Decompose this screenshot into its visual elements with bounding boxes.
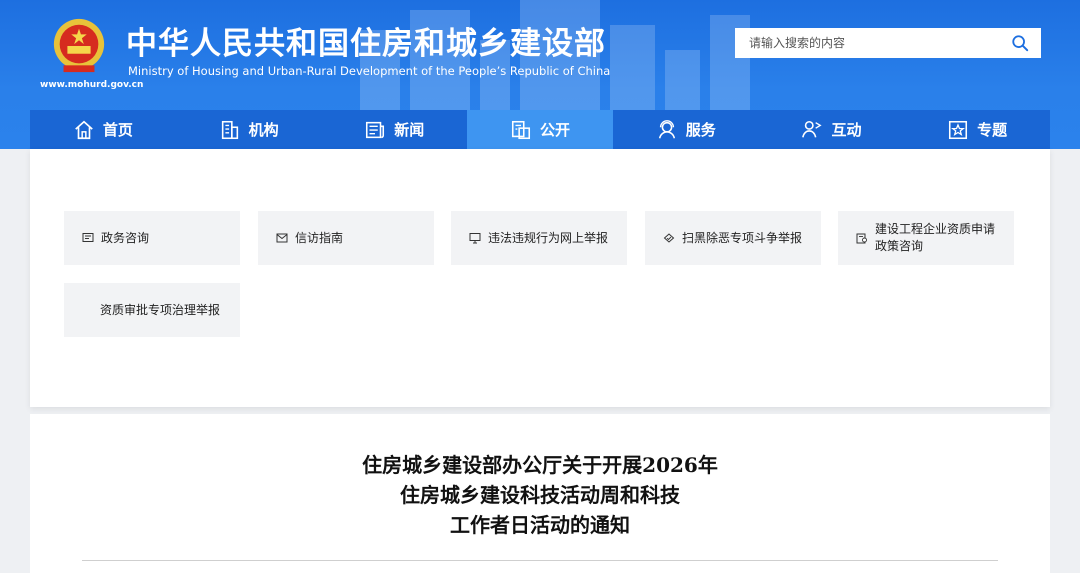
quick-link-label: 扫黑除恶专项斗争举报 — [682, 230, 803, 245]
quick-link-qualification-consultation[interactable]: 建设工程企业资质申请政策咨询 — [838, 211, 1014, 265]
site-header: 中华人民共和国住房和城乡建设部 Ministry of Housing and … — [0, 0, 1080, 149]
nav-label: 首页 — [102, 121, 133, 139]
certificate-icon — [856, 233, 867, 244]
service-person-icon — [658, 119, 675, 138]
search-icon[interactable] — [1011, 34, 1029, 52]
quick-link-petition-guide[interactable]: 信访指南 — [258, 211, 434, 265]
nav-label: 公开 — [540, 121, 571, 139]
message-icon — [82, 233, 94, 242]
star-topic-icon — [949, 120, 968, 139]
divider — [82, 560, 998, 561]
quick-links-panel: 政务咨询 信访指南 违法违规行为网上举报 扫黑除恶专项斗争举报 建设工程企业资质… — [30, 149, 1050, 407]
nav-item-organization[interactable]: 机构 — [176, 110, 322, 149]
quick-link-label: 违法违规行为网上举报 — [488, 230, 609, 245]
nav-item-home[interactable]: 首页 — [30, 110, 176, 149]
newspaper-icon — [366, 121, 385, 138]
quick-link-label: 信访指南 — [295, 230, 344, 245]
quick-link-qualification-report[interactable]: 资质审批专项治理举报 — [64, 283, 240, 337]
nav-item-topics[interactable]: 专题 — [904, 110, 1050, 149]
home-icon — [75, 120, 93, 139]
interaction-icon — [802, 120, 823, 138]
document-icon — [511, 120, 531, 139]
nav-item-service[interactable]: 服务 — [613, 110, 759, 149]
shield-icon — [663, 233, 675, 243]
mail-icon — [276, 233, 288, 243]
article-title: 住房城乡建设部办公厅关于开展2026年 住房城乡建设科技活动周和科技 工作者日活… — [30, 450, 1050, 540]
quick-link-label: 资质审批专项治理举报 — [100, 302, 221, 317]
quick-link-crime-report[interactable]: 扫黑除恶专项斗争举报 — [645, 211, 821, 265]
site-url[interactable]: www.mohurd.gov.cn — [40, 80, 143, 90]
nav-item-public[interactable]: 公开 — [467, 110, 613, 149]
nav-item-news[interactable]: 新闻 — [321, 110, 467, 149]
article-title-line: 住房城乡建设部办公厅关于开展2026年 — [362, 453, 718, 477]
site-title: 中华人民共和国住房和城乡建设部 — [126, 26, 606, 62]
article-title-line: 工作者日活动的通知 — [450, 513, 630, 537]
search-box — [735, 28, 1041, 58]
quick-link-consultation[interactable]: 政务咨询 — [64, 211, 240, 265]
article-title-line: 住房城乡建设科技活动周和科技 — [400, 483, 680, 507]
article-section: 住房城乡建设部办公厅关于开展2026年 住房城乡建设科技活动周和科技 工作者日活… — [30, 414, 1050, 573]
nav-label: 服务 — [685, 121, 716, 139]
quick-link-label: 建设工程企业资质申请政策咨询 — [875, 222, 996, 253]
nav-label: 专题 — [977, 121, 1008, 139]
nav-label: 互动 — [831, 121, 862, 139]
nav-label: 新闻 — [394, 121, 425, 139]
quick-link-label: 政务咨询 — [101, 230, 150, 245]
quick-link-violation-report[interactable]: 违法违规行为网上举报 — [451, 211, 627, 265]
site-subtitle: Ministry of Housing and Urban-Rural Deve… — [128, 64, 611, 78]
monitor-icon — [469, 233, 481, 244]
main-nav: 首页 机构 新闻 公开 服务 互动 专题 — [30, 110, 1050, 149]
nav-item-interaction[interactable]: 互动 — [759, 110, 905, 149]
national-emblem-icon — [53, 18, 105, 73]
search-input[interactable] — [735, 28, 995, 58]
building-icon — [221, 120, 238, 139]
nav-label: 机构 — [248, 121, 279, 139]
